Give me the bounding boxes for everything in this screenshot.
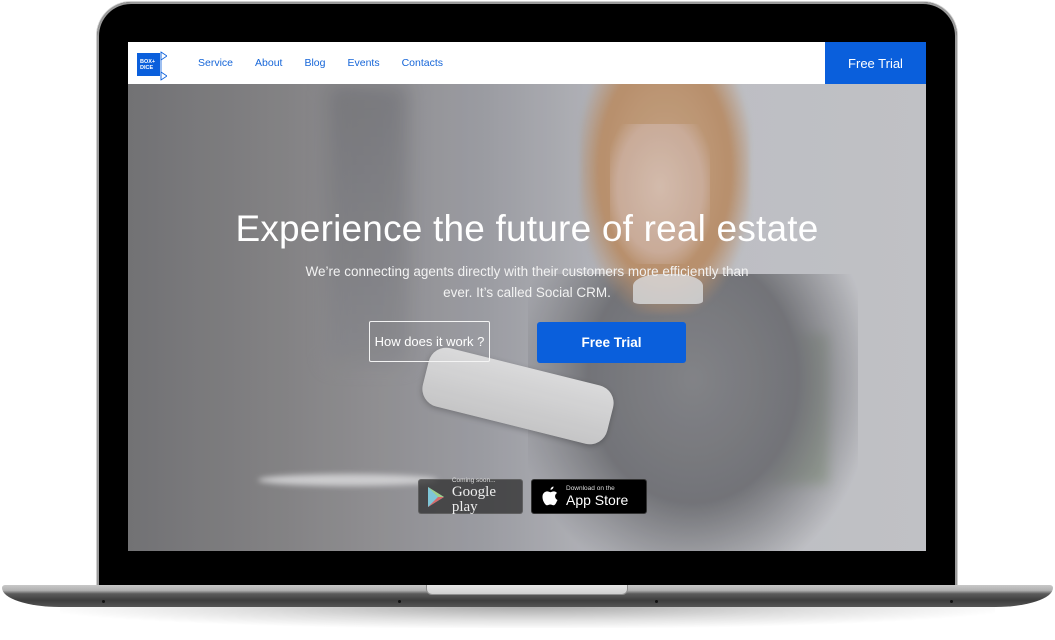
logo-box: BOX+ DICE xyxy=(137,53,160,76)
hero-free-trial-button[interactable]: Free Trial xyxy=(537,322,686,363)
nav-link-service[interactable]: Service xyxy=(198,57,233,69)
app-store-big-text: App Store xyxy=(566,492,629,509)
laptop-foot xyxy=(950,600,953,603)
app-store-badge[interactable]: Download on the App Store xyxy=(531,479,647,514)
logo-text-line2: DICE xyxy=(140,65,154,71)
nav-link-about[interactable]: About xyxy=(255,57,282,69)
apple-icon xyxy=(538,485,562,509)
laptop-foot xyxy=(655,600,658,603)
laptop-foot xyxy=(102,600,105,603)
nav-link-events[interactable]: Events xyxy=(347,57,379,69)
laptop-foot xyxy=(398,600,401,603)
hero-subline: We’re connecting agents directly with th… xyxy=(305,264,749,300)
google-play-icon xyxy=(425,485,448,509)
nav-link-contacts[interactable]: Contacts xyxy=(402,57,443,69)
nav-free-trial-button[interactable]: Free Trial xyxy=(825,42,926,84)
hero-headline: Experience the future of real estate xyxy=(235,208,819,249)
google-play-badge[interactable]: Coming soon... Google play xyxy=(418,477,523,516)
top-nav: BOX+ DICE Service About Blog Events Cont… xyxy=(128,42,926,84)
hero-overlay xyxy=(128,84,926,551)
how-does-it-work-button[interactable]: How does it work ? xyxy=(369,321,490,362)
laptop-notch xyxy=(426,585,628,595)
brand-logo[interactable]: BOX+ DICE xyxy=(137,49,167,81)
laptop-screen: BOX+ DICE Service About Blog Events Cont… xyxy=(128,42,926,551)
laptop-shadow xyxy=(60,606,995,628)
nav-links: Service About Blog Events Contacts xyxy=(198,42,465,84)
nav-link-blog[interactable]: Blog xyxy=(304,57,325,69)
google-play-big-text: Google play xyxy=(451,484,497,516)
